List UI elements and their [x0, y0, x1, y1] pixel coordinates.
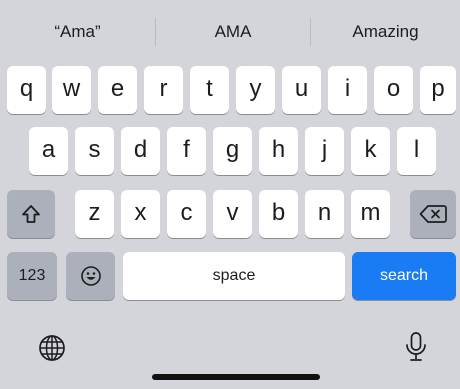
key-label: y: [249, 75, 262, 102]
key-label: r: [159, 75, 168, 102]
key-o[interactable]: o: [374, 66, 413, 114]
key-x[interactable]: x: [121, 190, 160, 238]
key-i[interactable]: i: [328, 66, 367, 114]
delete-key[interactable]: [410, 190, 456, 238]
key-label: k: [364, 136, 377, 163]
globe-icon[interactable]: [34, 330, 70, 366]
key-label: 123: [18, 267, 46, 284]
suggestion-right[interactable]: Amazing: [311, 12, 460, 52]
suggestion-bar: “Ama” AMA Amazing: [0, 12, 460, 56]
key-label: i: [344, 75, 351, 102]
key-label: h: [271, 136, 286, 163]
key-s[interactable]: s: [75, 127, 114, 175]
key-label: search: [379, 267, 429, 284]
key-label: o: [386, 75, 401, 102]
microphone-icon[interactable]: [398, 328, 434, 366]
keyboard: “Ama” AMA Amazing q w e r t y u i o p a …: [0, 0, 460, 389]
key-label: w: [62, 75, 81, 102]
key-label: q: [19, 75, 34, 102]
key-label: z: [88, 199, 101, 226]
key-h[interactable]: h: [259, 127, 298, 175]
shift-key[interactable]: [7, 190, 55, 238]
numbers-key[interactable]: 123: [7, 252, 57, 300]
key-n[interactable]: n: [305, 190, 344, 238]
shift-arrow-icon: [20, 203, 42, 225]
key-g[interactable]: g: [213, 127, 252, 175]
key-label: m: [360, 199, 381, 226]
delete-backward-icon: [419, 204, 447, 224]
key-u[interactable]: u: [282, 66, 321, 114]
key-l[interactable]: l: [397, 127, 436, 175]
key-r[interactable]: r: [144, 66, 183, 114]
home-indicator[interactable]: [152, 374, 320, 380]
key-e[interactable]: e: [98, 66, 137, 114]
key-label: s: [88, 136, 101, 163]
key-label: e: [110, 75, 125, 102]
key-c[interactable]: c: [167, 190, 206, 238]
key-label: d: [133, 136, 148, 163]
space-bar[interactable]: space: [123, 252, 345, 300]
key-label: j: [321, 136, 328, 163]
key-label: c: [180, 199, 193, 226]
key-label: p: [431, 75, 445, 102]
key-v[interactable]: v: [213, 190, 252, 238]
key-label: x: [134, 199, 147, 226]
key-m[interactable]: m: [351, 190, 390, 238]
key-b[interactable]: b: [259, 190, 298, 238]
key-label: space: [212, 267, 256, 284]
key-label: g: [225, 136, 240, 163]
search-key[interactable]: search: [352, 252, 456, 300]
key-label: u: [294, 75, 309, 102]
key-label: f: [183, 136, 190, 163]
key-q[interactable]: q: [7, 66, 46, 114]
key-y[interactable]: y: [236, 66, 275, 114]
key-j[interactable]: j: [305, 127, 344, 175]
key-p[interactable]: p: [420, 66, 456, 114]
key-w[interactable]: w: [52, 66, 91, 114]
key-t[interactable]: t: [190, 66, 229, 114]
key-label: b: [271, 199, 286, 226]
key-a[interactable]: a: [29, 127, 68, 175]
key-label: n: [317, 199, 332, 226]
key-z[interactable]: z: [75, 190, 114, 238]
key-f[interactable]: f: [167, 127, 206, 175]
emoji-face-icon: [80, 265, 102, 287]
key-label: t: [206, 75, 213, 102]
key-label: l: [413, 136, 420, 163]
key-label: a: [41, 136, 56, 163]
key-k[interactable]: k: [351, 127, 390, 175]
emoji-key[interactable]: [66, 252, 115, 300]
key-d[interactable]: d: [121, 127, 160, 175]
key-label: v: [226, 199, 239, 226]
suggestion-quoted[interactable]: “Ama”: [0, 12, 155, 52]
suggestion-middle[interactable]: AMA: [156, 12, 310, 52]
